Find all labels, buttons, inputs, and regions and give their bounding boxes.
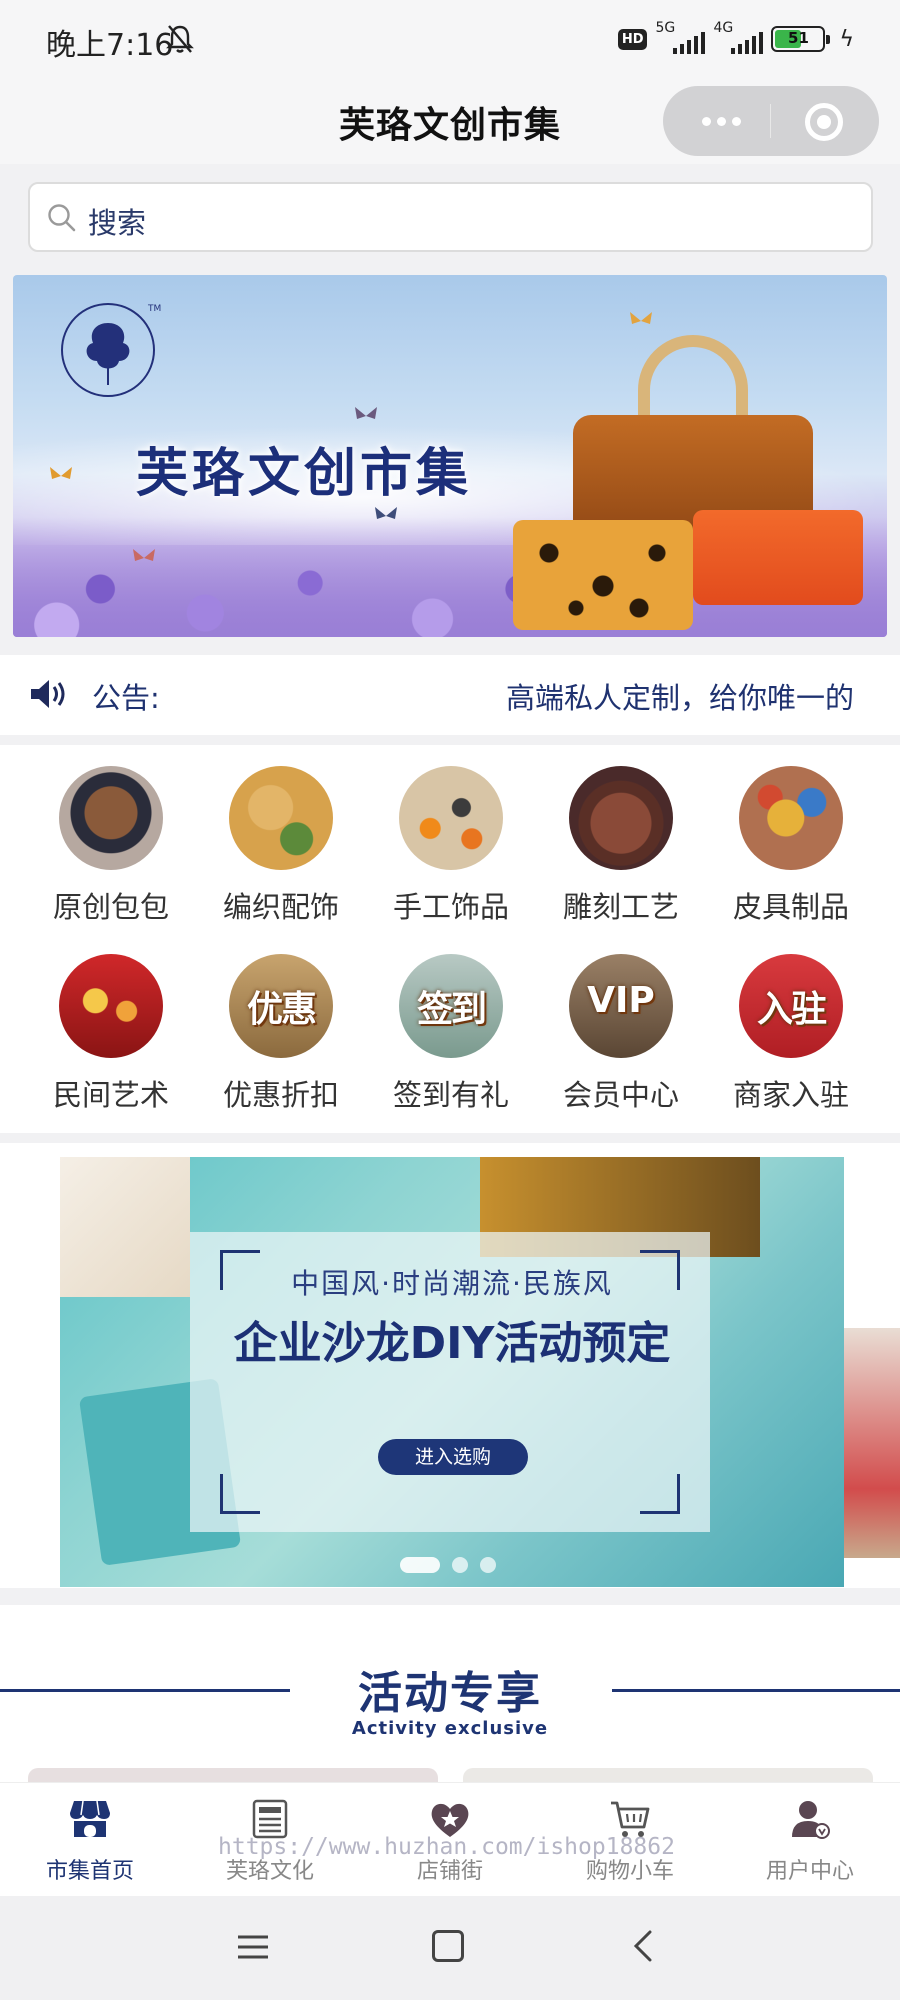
knit-accessory-image	[229, 766, 333, 870]
merchant-image: 入驻	[739, 954, 843, 1058]
more-icon[interactable]	[691, 106, 751, 136]
carousel-indicator	[400, 1557, 496, 1573]
category-original-bags[interactable]: 原创包包	[26, 766, 196, 926]
category-checkin[interactable]: 签到 签到有礼	[366, 954, 536, 1114]
bear-bag-image	[59, 766, 163, 870]
signal-4g-icon: 4G	[713, 20, 764, 54]
status-indicators: HD 5G 4G 51 ϟ	[617, 20, 854, 56]
signal-5g-icon: 5G	[655, 20, 706, 54]
butterfly-icon	[50, 467, 72, 479]
category-knit-accessories[interactable]: 编织配饰	[196, 766, 366, 926]
carousel-dot[interactable]	[400, 1557, 440, 1573]
user-icon	[792, 1801, 830, 1839]
category-handmade-jewelry[interactable]: 手工饰品	[366, 766, 536, 926]
activity-slide[interactable]: 中国风·时尚潮流·民族风 企业沙龙DIY活动预定 进入选购	[60, 1157, 844, 1587]
menu-icon[interactable]	[235, 1932, 271, 1962]
battery-icon: 51	[771, 26, 831, 52]
search-placeholder: 搜索	[88, 206, 147, 240]
notice-text[interactable]: 高端私人定制，给你唯一的	[506, 675, 856, 717]
back-icon[interactable]	[628, 1928, 658, 1964]
watermark-text: https://www.huzhan.com/ishop18862	[218, 1834, 675, 1860]
status-bar: 晚上7:16 HD 5G 4G 51 ϟ	[0, 0, 900, 80]
section-title: 活动专享	[358, 1668, 542, 1719]
butterfly-icon	[630, 312, 652, 324]
section-subtitle: Activity exclusive	[351, 1718, 549, 1739]
notice-label: 公告:	[92, 681, 160, 715]
discount-image: 优惠	[229, 954, 333, 1058]
category-discount[interactable]: 优惠 优惠折扣	[196, 954, 366, 1114]
butterfly-icon	[133, 549, 155, 561]
butterfly-icon	[375, 507, 397, 519]
brand-logo: TM	[61, 303, 161, 397]
shop-icon	[70, 1800, 110, 1837]
category-grid: 原创包包 编织配饰 手工饰品 雕刻工艺 皮具制品 民间艺术 优惠 优惠折扣 签到…	[0, 745, 900, 1133]
activity-carousel[interactable]: 中国风·时尚潮流·民族风 企业沙龙DIY活动预定 进入选购	[0, 1143, 900, 1588]
svg-text:TM: TM	[147, 304, 161, 314]
category-vip[interactable]: VIP 会员中心	[536, 954, 706, 1114]
search-icon	[48, 204, 76, 232]
miniprogram-capsule	[663, 86, 879, 156]
carousel-dot[interactable]	[480, 1557, 496, 1573]
title-bar: 芙珞文创市集	[0, 80, 900, 164]
orange-pouch-image	[693, 510, 863, 605]
enter-shop-button[interactable]: 进入选购	[378, 1439, 528, 1475]
next-slide-peek[interactable]	[844, 1328, 900, 1558]
battery-level: 51	[788, 29, 809, 47]
carousel-dot[interactable]	[452, 1557, 468, 1573]
notice-bar[interactable]: 公告: 高端私人定制，给你唯一的	[0, 655, 900, 735]
category-folk-art[interactable]: 民间艺术	[26, 954, 196, 1114]
checkin-image: 签到	[399, 954, 503, 1058]
close-miniprogram-icon[interactable]	[805, 103, 843, 141]
bell-muted-icon	[166, 25, 194, 53]
home-icon[interactable]	[432, 1930, 464, 1962]
system-nav-bar	[0, 1896, 900, 2000]
activity-title: 企业沙龙DIY活动预定	[233, 1318, 671, 1369]
activity-subtitle: 中国风·时尚潮流·民族风	[291, 1267, 613, 1300]
category-leather-goods[interactable]: 皮具制品	[706, 766, 876, 926]
search-input[interactable]: 搜索	[28, 182, 873, 252]
charging-icon: ϟ	[839, 26, 854, 52]
hero-title: 芙珞文创市集	[136, 444, 473, 504]
tab-user-center[interactable]: 用户中心	[720, 1797, 900, 1885]
leopard-pouch-image	[513, 520, 693, 630]
hd-badge: HD	[617, 28, 648, 50]
hero-banner[interactable]: TM 芙珞文创市集	[13, 275, 887, 637]
status-time: 晚上7:16	[46, 28, 174, 63]
category-merchant-join[interactable]: 入驻 商家入驻	[706, 954, 876, 1114]
tab-market-home[interactable]: 市集首页	[0, 1797, 180, 1885]
carving-image	[569, 766, 673, 870]
butterfly-icon	[355, 407, 377, 419]
handmade-jewelry-image	[399, 766, 503, 870]
leather-goods-image	[739, 766, 843, 870]
folk-art-image	[59, 954, 163, 1058]
activity-section: 活动专享 Activity exclusive	[0, 1605, 900, 1785]
speaker-icon	[31, 680, 65, 708]
category-carving-craft[interactable]: 雕刻工艺	[536, 766, 706, 926]
vip-image: VIP	[569, 954, 673, 1058]
